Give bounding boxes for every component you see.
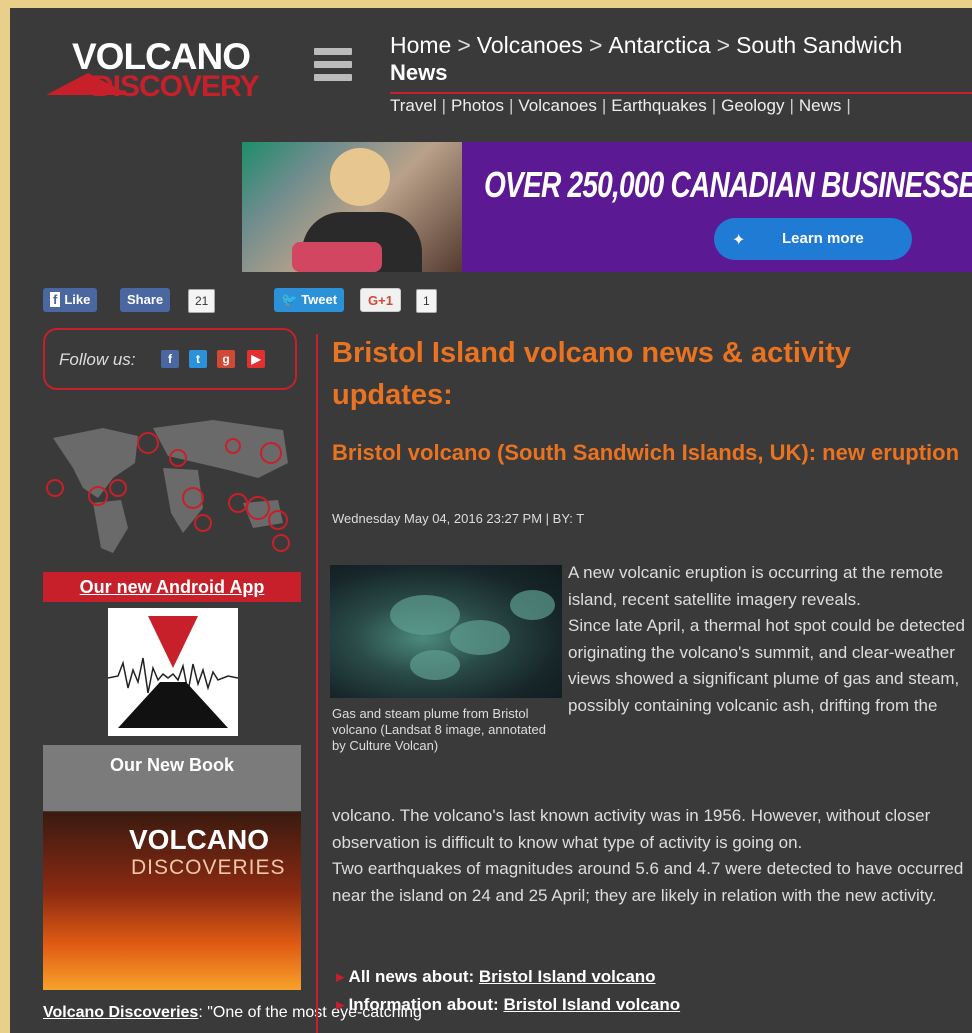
gplus-count: 1	[416, 289, 437, 313]
nav-news[interactable]: News	[799, 96, 842, 115]
breadcrumb-home[interactable]: Home	[390, 32, 451, 58]
book-heading: Our New Book	[43, 745, 301, 811]
paragraph-1: A new volcanic eruption is occurring at …	[568, 563, 944, 609]
all-news-link[interactable]: Bristol Island volcano	[479, 967, 656, 986]
book-link-title[interactable]: Volcano Discoveries	[43, 1004, 198, 1021]
article-date: Wednesday May 04, 2016 23:27 PM | BY: T	[332, 511, 585, 526]
image-caption: Gas and steam plume from Bristol volcano…	[332, 706, 546, 753]
ad-banner[interactable]: OVER 250,000 CANADIAN BUSINESSES USE ✦ L…	[242, 142, 972, 272]
article-body-full: volcano. The volcano's last known activi…	[332, 803, 968, 909]
share-count: 21	[188, 289, 216, 313]
info-link[interactable]: Bristol Island volcano	[503, 995, 680, 1014]
youtube-icon[interactable]: ▶	[247, 350, 265, 368]
android-app-logo[interactable]	[108, 608, 238, 736]
breadcrumb-sep: >	[716, 32, 731, 58]
top-nav: Travel | Photos | Volcanoes | Earthquakes | Geol…	[390, 96, 851, 115]
section-title[interactable]: News	[390, 60, 447, 86]
sidebar-divider	[316, 334, 318, 1033]
related-links: ▸ All news about: Bristol Island volcano …	[336, 963, 680, 1019]
menu-icon[interactable]	[314, 48, 352, 87]
facebook-icon: f	[50, 292, 61, 307]
article-body-right: A new volcanic eruption is occurring at …	[568, 560, 968, 719]
nav-travel[interactable]: Travel	[390, 96, 437, 115]
breadcrumb-sep: >	[588, 32, 603, 58]
android-app-link[interactable]: Our new Android App	[43, 572, 301, 602]
tweet-button[interactable]: 🐦 Tweet	[274, 288, 345, 312]
nav-geology[interactable]: Geology	[721, 96, 784, 115]
world-map[interactable]	[43, 408, 298, 558]
page-title: Bristol Island volcano news & activity u…	[332, 337, 851, 411]
header-divider	[390, 92, 972, 94]
breadcrumb-volcanoes[interactable]: Volcanoes	[477, 32, 583, 58]
facebook-icon[interactable]: f	[161, 350, 179, 368]
paragraph-2-end: volcano. The volcano's last known activi…	[332, 806, 931, 852]
breadcrumb-antarctica[interactable]: Antarctica	[608, 32, 710, 58]
follow-label: Follow us:	[59, 350, 136, 369]
twitter-icon: 🐦	[281, 292, 298, 307]
follow-us-box: Follow us: f t g ▶	[43, 328, 297, 390]
nav-photos[interactable]: Photos	[451, 96, 504, 115]
ad-headline: OVER 250,000 CANADIAN BUSINESSES USE	[484, 164, 972, 205]
breadcrumb-sep: >	[457, 32, 471, 58]
page-frame: VOLCANO DISCOVERY Home > Volcanoes > Antarct…	[10, 8, 972, 1033]
ad-photo	[242, 142, 462, 272]
facebook-share-button[interactable]: Share	[120, 288, 171, 312]
book-cover[interactable]: VOLCANO DISCOVERIES	[43, 812, 301, 990]
breadcrumb-south-sandwich[interactable]: South Sandwich	[736, 32, 902, 58]
paragraph-2-start: Since late April, a thermal hot spot cou…	[568, 616, 965, 715]
twitter-icon[interactable]: t	[189, 350, 207, 368]
nav-volcanoes[interactable]: Volcanoes	[518, 96, 596, 115]
gplus-button[interactable]: G+1	[360, 288, 401, 312]
book-cover-subtitle: DISCOVERIES	[131, 856, 286, 879]
tweet-label: Tweet	[301, 292, 338, 307]
nav-earthquakes[interactable]: Earthquakes	[611, 96, 706, 115]
article-title[interactable]: Bristol volcano (South Sandwich Islands,…	[332, 436, 962, 469]
logo-text-bottom[interactable]: DISCOVERY	[92, 70, 260, 104]
facebook-like-button[interactable]: f Like	[43, 288, 98, 312]
book-cover-title: VOLCANO	[129, 824, 269, 855]
link2-label: Information about:	[348, 995, 499, 1014]
googleplus-icon[interactable]: g	[217, 350, 235, 368]
ad-button-label: Learn more	[782, 230, 864, 247]
ad-learn-more-button[interactable]: ✦ Learn more	[714, 218, 912, 260]
bullet-icon: ▸	[336, 967, 345, 986]
like-label: Like	[64, 292, 91, 307]
breadcrumb: Home > Volcanoes > Antarctica > South Sandwich	[390, 32, 902, 59]
maple-leaf-icon: ✦	[732, 232, 746, 249]
link1-label: All news about:	[348, 967, 475, 986]
satellite-image[interactable]	[330, 565, 562, 698]
bullet-icon: ▸	[336, 995, 345, 1014]
paragraph-3: Two earthquakes of magnitudes around 5.6…	[332, 859, 964, 905]
